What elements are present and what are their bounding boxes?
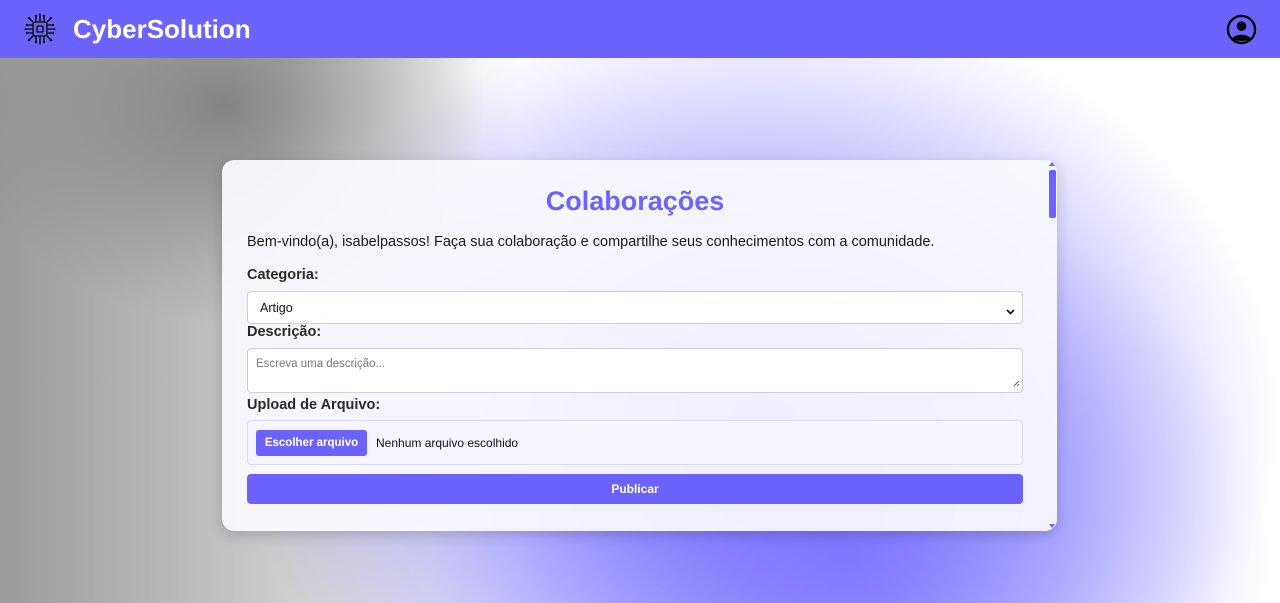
category-select[interactable]: Artigo xyxy=(247,291,1023,324)
user-circle-icon xyxy=(1226,14,1256,44)
scrollbar-thumb[interactable] xyxy=(1049,170,1056,218)
scroll-down-arrow-icon[interactable] xyxy=(1049,524,1055,528)
upload-label: Upload de Arquivo: xyxy=(247,397,381,413)
chip-icon xyxy=(23,12,57,46)
user-profile-button[interactable] xyxy=(1225,13,1257,45)
publish-button[interactable]: Publicar xyxy=(247,474,1023,504)
category-selected-value: Artigo xyxy=(260,300,293,315)
collaboration-card: Colaborações Bem-vindo(a), isabelpassos!… xyxy=(222,160,1057,531)
card-scrollbar[interactable] xyxy=(1047,160,1057,531)
page-title: Colaborações xyxy=(545,186,725,216)
top-navbar: CyberSolution xyxy=(0,0,1280,58)
description-textarea[interactable]: Escreva uma descrição... xyxy=(247,348,1023,393)
welcome-message: Bem-vindo(a), isabelpassos! Faça sua col… xyxy=(247,234,935,250)
file-upload-field: Escolher arquivo Nenhum arquivo escolhid… xyxy=(247,420,1023,465)
brand-name[interactable]: CyberSolution xyxy=(73,14,251,45)
category-label: Categoria: xyxy=(247,267,319,283)
scroll-up-arrow-icon[interactable] xyxy=(1049,162,1055,166)
choose-file-button[interactable]: Escolher arquivo xyxy=(256,429,367,456)
chevron-down-icon xyxy=(1006,304,1015,318)
resize-grip-icon[interactable] xyxy=(1013,378,1020,390)
file-status-text: Nenhum arquivo escolhido xyxy=(376,435,519,450)
description-placeholder: Escreva uma descrição... xyxy=(256,358,386,370)
description-label: Descrição: xyxy=(247,324,322,340)
